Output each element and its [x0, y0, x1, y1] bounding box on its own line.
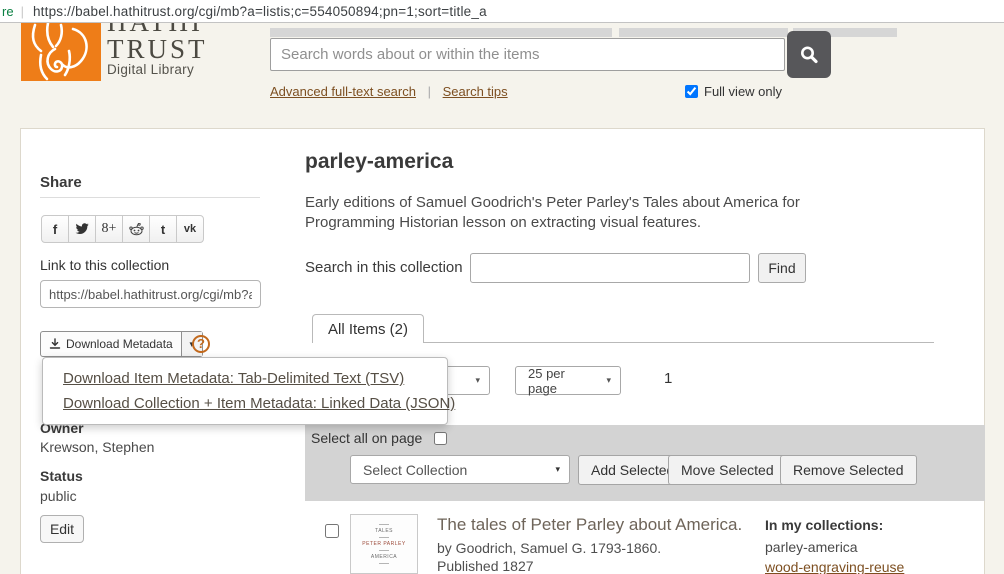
url-divider: | — [21, 4, 24, 19]
status-label: Status — [40, 468, 83, 484]
download-icon — [49, 338, 61, 350]
vk-share-button[interactable]: vk — [176, 215, 204, 243]
links-divider: | — [428, 84, 431, 99]
full-view-only-control[interactable]: Full view only — [685, 84, 782, 99]
collection-select-value: Select Collection — [363, 462, 467, 478]
chevron-down-icon: ▾ — [555, 464, 560, 475]
google-plus-icon: 8+ — [102, 221, 117, 237]
download-metadata-button[interactable]: Download Metadata — [41, 332, 181, 356]
hathitrust-wordmark: HATHI TRUST Digital Library — [107, 23, 208, 79]
in-my-collections-label: In my collections: — [765, 517, 883, 533]
item-checkbox[interactable] — [325, 524, 339, 538]
clipped-toolbar-strip — [270, 28, 612, 37]
share-divider — [40, 197, 260, 198]
facebook-icon: f — [53, 222, 57, 237]
site-search-button[interactable] — [787, 31, 831, 78]
menu-item-download-tsv[interactable]: Download Item Metadata: Tab-Delimited Te… — [43, 366, 447, 391]
find-button[interactable]: Find — [758, 253, 806, 283]
advanced-search-link[interactable]: Advanced full-text search — [270, 84, 416, 99]
hathitrust-collection-page: re | https://babel.hathitrust.org/cgi/mb… — [0, 0, 1004, 574]
item-published: Published 1827 — [437, 558, 534, 574]
per-page-select[interactable]: 25 per page ▾ — [515, 366, 621, 395]
help-icon[interactable]: ? — [192, 335, 210, 353]
collection-tag-parley-america: parley-america — [765, 539, 858, 555]
full-view-label: Full view only — [704, 84, 782, 99]
twitter-icon — [75, 223, 89, 235]
thumb-author-line: PETER PARLEY — [351, 540, 417, 548]
share-heading: Share — [40, 174, 82, 191]
status-value: public — [40, 488, 77, 504]
thumb-rule — [379, 550, 389, 551]
reddit-icon — [129, 223, 144, 236]
item-thumbnail[interactable]: TALES PETER PARLEY AMERICA — [350, 514, 418, 574]
collection-description: Early editions of Samuel Goodrich's Pete… — [305, 193, 890, 233]
site-search-input[interactable] — [270, 38, 785, 71]
owner-value: Krewson, Stephen — [40, 439, 154, 455]
menu-item-download-json[interactable]: Download Collection + Item Metadata: Lin… — [43, 391, 447, 416]
security-indicator-text: re — [2, 4, 14, 19]
chevron-down-icon: ▾ — [475, 375, 480, 386]
tab-all-items-label: All Items (2) — [328, 321, 408, 338]
download-metadata-label: Download Metadata — [66, 337, 173, 351]
address-url[interactable]: https://babel.hathitrust.org/cgi/mb?a=li… — [33, 4, 487, 19]
search-icon — [798, 44, 820, 66]
collection-link-input[interactable] — [40, 280, 261, 308]
chevron-down-icon: ▾ — [606, 375, 611, 386]
download-metadata-menu: Download Item Metadata: Tab-Delimited Te… — [42, 357, 448, 425]
collection-title: parley-america — [305, 150, 453, 174]
tumblr-share-button[interactable]: t — [149, 215, 177, 243]
hathitrust-elephant-icon — [21, 23, 101, 81]
reddit-share-button[interactable] — [122, 215, 150, 243]
select-all-label: Select all on page — [311, 430, 422, 446]
clipped-toolbar-strip — [619, 28, 788, 37]
facebook-share-button[interactable]: f — [41, 215, 69, 243]
thumb-rule — [379, 537, 389, 538]
search-tips-link[interactable]: Search tips — [443, 84, 508, 99]
help-glyph: ? — [197, 336, 205, 351]
remove-selected-button[interactable]: Remove Selected — [780, 455, 917, 485]
edit-button[interactable]: Edit — [40, 515, 84, 543]
collection-tag-wood-engraving-link[interactable]: wood-engraving-reuse — [765, 559, 904, 574]
browser-url-bar[interactable]: re | https://babel.hathitrust.org/cgi/mb… — [0, 0, 1004, 23]
item-title-link[interactable]: The tales of Peter Parley about America. — [437, 515, 742, 535]
thumb-rule — [379, 563, 389, 564]
header-search-links: Advanced full-text search | Search tips — [270, 84, 508, 99]
vk-icon: vk — [184, 223, 196, 235]
thumb-rule — [379, 524, 389, 525]
download-metadata-split-button: Download Metadata ▾ — [40, 331, 203, 357]
move-selected-button[interactable]: Move Selected — [668, 455, 787, 485]
twitter-share-button[interactable] — [68, 215, 96, 243]
thumb-title-line: TALES — [351, 527, 417, 535]
full-view-checkbox[interactable] — [685, 85, 698, 98]
social-share-buttons: f 8+ t — [41, 215, 204, 243]
tumblr-icon: t — [161, 222, 165, 237]
collection-select[interactable]: Select Collection ▾ — [350, 455, 570, 484]
collection-search-input[interactable] — [470, 253, 750, 283]
google-plus-share-button[interactable]: 8+ — [95, 215, 123, 243]
select-all-checkbox[interactable] — [434, 432, 447, 445]
collection-search-label: Search in this collection — [305, 259, 463, 276]
thumb-subject-line: AMERICA — [351, 553, 417, 561]
collection-link-label: Link to this collection — [40, 257, 169, 273]
logo-digital-library-text: Digital Library — [107, 62, 208, 77]
item-author: by Goodrich, Samuel G. 1793-1860. — [437, 540, 661, 556]
hathitrust-logo[interactable] — [21, 23, 101, 81]
logo-trust-text: TRUST — [107, 36, 208, 62]
per-page-value: 25 per page — [528, 366, 596, 396]
page-number[interactable]: 1 — [664, 370, 672, 387]
tab-all-items[interactable]: All Items (2) — [312, 314, 424, 343]
